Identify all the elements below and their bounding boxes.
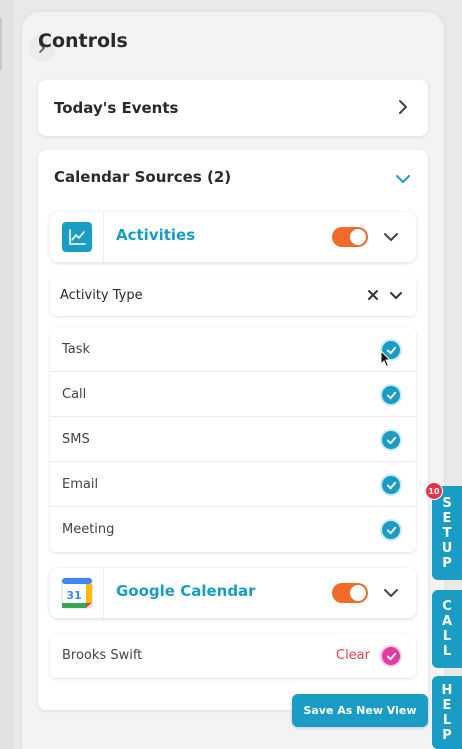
checkmark-icon[interactable] <box>380 429 402 451</box>
activity-type-options: Task Call SMS Email Meeting <box>50 328 416 552</box>
option-label: Email <box>62 477 99 492</box>
chevron-down-icon[interactable] <box>382 584 400 602</box>
google-calendar-label: Google Calendar <box>116 582 256 600</box>
setup-letter: E <box>442 510 452 526</box>
chevron-down-icon[interactable] <box>382 228 400 246</box>
option-task[interactable]: Task <box>50 328 416 372</box>
activities-source-row[interactable]: Activities <box>50 212 416 262</box>
call-letter: L <box>442 629 452 644</box>
help-letter: H <box>441 682 453 698</box>
google-calendar-toggle[interactable] <box>332 583 368 603</box>
checkmark-icon[interactable] <box>380 384 402 406</box>
option-label: Meeting <box>62 522 115 537</box>
toggle-knob <box>350 229 366 245</box>
todays-events-card[interactable]: Today's Events <box>38 80 428 136</box>
calendar-sources-card: Calendar Sources (2) Activities Activity… <box>38 150 428 710</box>
checkmark-icon[interactable] <box>380 645 402 667</box>
google-calendar-icon-box: 31 <box>50 568 104 618</box>
help-letter: L <box>442 712 452 728</box>
option-label: SMS <box>62 432 90 447</box>
google-calendar-source-row[interactable]: 31 Google Calendar <box>50 568 416 618</box>
activities-toggle[interactable] <box>332 227 368 247</box>
google-calendar-icon-text: 31 <box>66 589 81 602</box>
calendar-person-row[interactable]: Brooks Swift Clear <box>50 634 416 678</box>
chart-line-icon <box>61 222 92 252</box>
clear-link[interactable]: Clear <box>336 648 370 663</box>
activities-icon-box <box>50 212 104 262</box>
option-call[interactable]: Call <box>50 373 416 417</box>
call-letter: L <box>442 644 452 659</box>
option-sms[interactable]: SMS <box>50 418 416 462</box>
setup-badge: 10 <box>425 482 443 500</box>
setup-letter: T <box>442 525 452 541</box>
checkmark-icon[interactable] <box>380 474 402 496</box>
option-label: Task <box>62 342 91 357</box>
setup-letter: U <box>441 540 453 556</box>
close-icon[interactable] <box>366 288 380 302</box>
help-tab[interactable]: H E L P <box>432 676 462 749</box>
chevron-right-icon <box>399 100 407 114</box>
call-tab[interactable]: C A L L <box>432 590 462 668</box>
chevron-down-icon[interactable] <box>394 170 412 188</box>
help-letter: P <box>442 727 452 743</box>
option-email[interactable]: Email <box>50 463 416 507</box>
left-strip <box>0 0 14 749</box>
strip-divider <box>0 18 2 70</box>
todays-events-label: Today's Events <box>54 99 179 117</box>
call-letter: C <box>442 599 452 614</box>
checkmark-icon[interactable] <box>380 519 402 541</box>
help-letter: E <box>442 697 452 713</box>
call-letter: A <box>441 614 453 629</box>
setup-letter: P <box>442 555 452 571</box>
activity-type-select[interactable]: Activity Type <box>50 276 416 316</box>
setup-letter: S <box>442 495 452 511</box>
activities-label: Activities <box>116 226 196 244</box>
option-meeting[interactable]: Meeting <box>50 508 416 552</box>
mouse-cursor-icon <box>380 350 392 368</box>
save-as-new-view-button[interactable]: Save As New View <box>292 694 428 727</box>
activity-type-label: Activity Type <box>60 288 143 303</box>
calendar-sources-heading[interactable]: Calendar Sources (2) <box>54 168 231 186</box>
person-name: Brooks Swift <box>62 648 143 663</box>
google-calendar-icon: 31 <box>61 577 92 609</box>
panel-title: Controls <box>38 30 128 52</box>
chevron-down-icon[interactable] <box>388 287 404 303</box>
setup-tab[interactable]: S E T U P <box>432 486 462 580</box>
toggle-knob <box>350 585 366 601</box>
option-label: Call <box>62 387 87 402</box>
